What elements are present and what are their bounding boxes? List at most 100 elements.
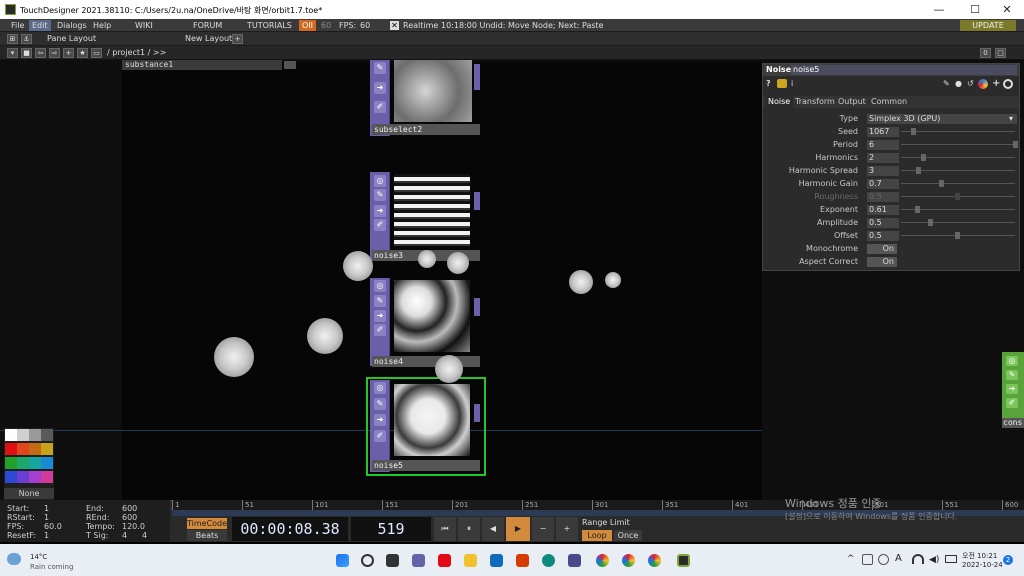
wire-icon[interactable]: ➜: [374, 205, 386, 217]
offset-field[interactable]: 0.5: [867, 231, 899, 241]
palette-swatch[interactable]: [29, 471, 41, 483]
beats-toggle[interactable]: Beats: [187, 530, 227, 541]
harmonics-field[interactable]: 2: [867, 153, 899, 163]
substance-label[interactable]: substance1: [122, 60, 282, 70]
tsig-denominator[interactable]: 4: [142, 531, 147, 540]
close-button[interactable]: ✕: [990, 0, 1024, 19]
exponent-field[interactable]: 0.61: [867, 205, 899, 215]
chevron-up-icon[interactable]: ^: [847, 554, 855, 564]
palette-swatch[interactable]: [29, 443, 41, 455]
wifi-icon[interactable]: [912, 554, 924, 564]
pause-button[interactable]: ⏸: [458, 517, 480, 541]
operator-subselect2[interactable]: ✎ ➜ ✐ subselect2: [370, 60, 482, 136]
harmonic-gain-slider[interactable]: [901, 183, 1015, 184]
menu-forum[interactable]: FORUM: [190, 20, 225, 31]
netflix-icon[interactable]: [438, 554, 451, 567]
timeline-ruler[interactable]: 1 51 101 151 201 251 301 351 401 451 501 551 600: [172, 500, 1024, 510]
type-dropdown[interactable]: Simplex 3D (GPU): [867, 114, 1017, 124]
menu-dialogs[interactable]: Dialogs: [54, 20, 90, 31]
slider-knob[interactable]: [939, 180, 944, 187]
refresh-icon[interactable]: ↺: [967, 79, 974, 88]
task-view-icon[interactable]: [386, 554, 399, 567]
menu-wiki[interactable]: WIKI: [132, 20, 156, 31]
rewind-button[interactable]: ⏮: [434, 517, 456, 541]
weather-temp[interactable]: 14°C: [30, 553, 47, 561]
slider-knob[interactable]: [916, 167, 921, 174]
play-reverse-button[interactable]: ◀: [482, 517, 504, 541]
volume-icon[interactable]: ◀): [929, 555, 939, 565]
wire-icon[interactable]: ➜: [374, 414, 386, 426]
touchdesigner-taskbar-icon[interactable]: [677, 554, 690, 567]
add-layout-button[interactable]: +: [232, 34, 243, 44]
chrome-profile-icon[interactable]: [622, 554, 635, 567]
realtime-checkbox[interactable]: ✕: [390, 21, 399, 30]
tray-app-icon[interactable]: [862, 554, 873, 565]
palette-swatch[interactable]: [41, 471, 53, 483]
search-icon[interactable]: [361, 554, 374, 567]
harmonic-spread-field[interactable]: 3: [867, 166, 899, 176]
tab-noise[interactable]: Noise: [765, 96, 794, 108]
palette-swatch[interactable]: [5, 457, 17, 469]
forward-icon[interactable]: ⇨: [49, 48, 60, 58]
chrome-icon[interactable]: [596, 554, 609, 567]
clock-date[interactable]: 2022-10-24: [962, 561, 1003, 569]
end-value[interactable]: 600: [122, 504, 137, 513]
bypass-icon[interactable]: ✎: [1006, 370, 1018, 380]
script-icon[interactable]: ✐: [374, 101, 386, 113]
tl-fps-value[interactable]: 60.0: [44, 522, 62, 531]
folder-icon[interactable]: ▭: [91, 48, 102, 58]
script-icon[interactable]: ✐: [374, 430, 386, 442]
harmonic-gain-field[interactable]: 0.7: [867, 179, 899, 189]
plus-icon[interactable]: +: [992, 78, 1000, 89]
oi-badge[interactable]: OII: [299, 20, 317, 31]
resetf-value[interactable]: 1: [44, 531, 49, 540]
menu-file[interactable]: File: [8, 20, 27, 31]
substance-toggle[interactable]: [284, 61, 296, 69]
palette-swatch[interactable]: [41, 457, 53, 469]
add-icon[interactable]: +: [63, 48, 74, 58]
slider-knob[interactable]: [915, 206, 920, 213]
bypass-icon[interactable]: ✎: [374, 189, 386, 201]
tab-output[interactable]: Output: [838, 97, 866, 106]
palette-swatch[interactable]: [5, 443, 17, 455]
script-icon[interactable]: ✐: [1006, 398, 1018, 408]
tray-app-2-icon[interactable]: [878, 554, 889, 565]
amplitude-slider[interactable]: [901, 222, 1015, 223]
palette-swatch[interactable]: [5, 429, 17, 441]
color-icon[interactable]: [978, 79, 988, 89]
monochrome-toggle[interactable]: On: [867, 244, 897, 254]
period-slider[interactable]: [901, 144, 1015, 145]
tab-transform[interactable]: Transform: [795, 97, 835, 106]
harmonics-slider[interactable]: [901, 157, 1015, 158]
pencil-icon[interactable]: ✎: [943, 79, 950, 88]
grid-icon[interactable]: ⊞: [7, 34, 18, 44]
palette-swatch[interactable]: [17, 429, 29, 441]
bypass-icon[interactable]: ✎: [374, 295, 386, 307]
palette-none-label[interactable]: None: [4, 488, 54, 499]
operator-noise4[interactable]: ◎ ✎ ➜ ✐ noise4: [370, 278, 482, 367]
clock-time[interactable]: 오전 10:21: [962, 551, 997, 561]
loop-toggle[interactable]: Loop: [582, 530, 612, 541]
frame-display[interactable]: 519: [351, 517, 431, 541]
timecode-display[interactable]: 00:00:08.38: [232, 517, 348, 541]
operator-noise5[interactable]: ◎ ✎ ➜ ✐ noise5: [370, 380, 482, 472]
anchor-icon[interactable]: ⚓: [21, 34, 32, 44]
palette-swatch[interactable]: [41, 443, 53, 455]
help-icon[interactable]: ?: [766, 79, 771, 88]
network-path[interactable]: / project1 / >>: [104, 47, 169, 58]
palette-swatch[interactable]: [41, 429, 53, 441]
play-button[interactable]: ▶: [506, 517, 530, 541]
slider-knob[interactable]: [921, 154, 926, 161]
palette-swatch[interactable]: [29, 457, 41, 469]
period-field[interactable]: 6: [867, 140, 899, 150]
battery-icon[interactable]: [945, 555, 957, 563]
office-icon[interactable]: [516, 554, 529, 567]
pane-layout-button[interactable]: Pane Layout: [44, 33, 99, 44]
palette-swatch[interactable]: [17, 457, 29, 469]
seed-field[interactable]: 1067: [867, 127, 899, 137]
viewer-icon[interactable]: ◎: [374, 382, 386, 394]
bypass-icon[interactable]: ✎: [374, 62, 386, 74]
pane-maximize-button[interactable]: □: [995, 48, 1006, 58]
weather-icon[interactable]: [7, 553, 21, 565]
pane-count[interactable]: 0: [980, 48, 991, 58]
